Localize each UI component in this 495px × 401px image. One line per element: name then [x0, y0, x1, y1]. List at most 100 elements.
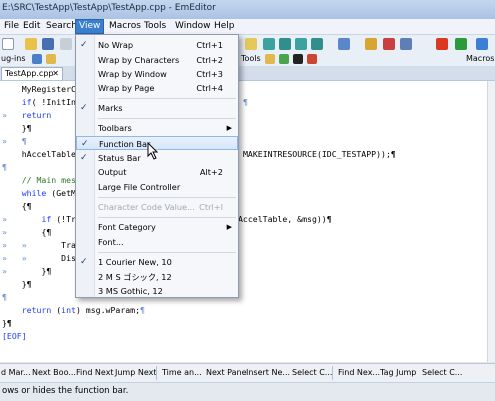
open-folder-icon[interactable] [25, 38, 37, 50]
fn-key-2[interactable]: Next Boo... [32, 367, 76, 379]
menu-separator [98, 98, 236, 99]
code-line: » ¶ [2, 136, 27, 146]
fn-key-7[interactable]: Insert Ne... [246, 367, 290, 379]
check-icon: ✓ [80, 40, 88, 50]
menu-item-character-code-value[interactable]: Character Code Value... Ctrl+I [76, 200, 238, 214]
check-icon: ✓ [81, 139, 89, 149]
fn-key-10[interactable]: Tag Jump [380, 367, 416, 379]
fn-key-11[interactable]: Select C... [422, 367, 462, 379]
code-editor[interactable]: MyRegisterC if( !InitIn ¶ » return }¶ » ¶… [0, 81, 487, 362]
menu-item-font-category[interactable]: Font Category ▶ [76, 220, 238, 234]
tab-label: TestApp.cpp [5, 69, 54, 78]
save-icon[interactable] [42, 38, 54, 50]
fn-key-1[interactable]: d Mar... [1, 367, 31, 379]
code-line: {¶ [21, 201, 32, 211]
view-toggle-icon[interactable] [263, 38, 275, 50]
menu-separator [98, 197, 236, 198]
plugins-label: ug-ins [1, 54, 26, 63]
menu-item-toolbars[interactable]: Toolbars ▶ [76, 121, 238, 135]
check-icon: ✓ [80, 103, 88, 113]
menu-item-marks[interactable]: ✓ Marks [76, 101, 238, 115]
submenu-arrow-icon: ▶ [226, 223, 232, 231]
submenu-arrow-icon: ▶ [226, 124, 232, 132]
close-icon[interactable]: ✕ [52, 68, 59, 80]
fn-key-5[interactable]: Time an... [162, 367, 202, 379]
highlight-icon[interactable] [383, 38, 395, 50]
window-title: E:\SRC\TestApp\TestApp\TestApp.cpp - EmE… [2, 3, 216, 13]
code-line: » }¶ [2, 266, 52, 276]
code-line: }¶ [2, 318, 12, 328]
menu-item-output[interactable]: Output Alt+2 [76, 165, 238, 179]
run-macro-icon[interactable] [455, 38, 467, 50]
menu-edit[interactable]: Edit [20, 20, 43, 33]
mouse-cursor-icon [147, 142, 159, 160]
fn-key-3[interactable]: Find Next [76, 367, 114, 379]
tab-testapp-cpp[interactable]: TestApp.cpp ✕ [1, 67, 63, 80]
eof-marker: [EOF] [2, 331, 27, 341]
menu-item-large-file-controller[interactable]: Large File Controller [76, 180, 238, 194]
status-text: ows or hides the function bar. [2, 386, 129, 396]
menu-file[interactable]: File [1, 20, 22, 33]
tools-icon[interactable] [365, 38, 377, 50]
menu-separator [98, 118, 236, 119]
fn-key-4[interactable]: Jump Next [115, 367, 156, 379]
title-bar: E:\SRC\TestApp\TestApp\TestApp.cpp - EmE… [0, 0, 495, 20]
code-line: }¶ [21, 279, 32, 289]
tool-icon-4[interactable] [307, 54, 317, 64]
print-icon[interactable] [60, 38, 72, 50]
macro-options-icon[interactable] [476, 38, 488, 50]
menu-item-no-wrap[interactable]: ✓ No Wrap Ctrl+1 [76, 38, 238, 52]
menu-separator [98, 217, 236, 218]
view-menu-dropdown: ✓ No Wrap Ctrl+1 Wrap by Characters Ctrl… [75, 34, 239, 298]
fn-key-9[interactable]: Find Nex... [338, 367, 380, 379]
code-line: MyRegisterC [21, 84, 76, 94]
menu-window[interactable]: Window [172, 20, 214, 33]
code-line: » if (!Tr AccelTable, &msg))¶ [2, 214, 332, 224]
tools-label: Tools [241, 54, 261, 63]
tool-icon-2[interactable] [279, 54, 289, 64]
outline-icon[interactable] [338, 38, 350, 50]
code-line: » » Tra [2, 240, 76, 250]
menu-bar: File Edit Search View Macros Tools Windo… [0, 19, 495, 35]
code-line: hAccelTable MAKEINTRESOURCE(IDC_TESTAPP))… [21, 149, 396, 159]
menu-item-wrap-by-characters[interactable]: Wrap by Characters Ctrl+2 [76, 53, 238, 67]
menu-separator [98, 252, 236, 253]
check-icon: ✓ [80, 257, 88, 267]
fn-group-separator [156, 366, 157, 380]
code-line: ¶ [2, 292, 7, 302]
view-split-icon[interactable] [279, 38, 291, 50]
fn-key-8[interactable]: Select C... [292, 367, 332, 379]
menu-item-wrap-by-window[interactable]: Wrap by Window Ctrl+3 [76, 67, 238, 81]
menu-item-recent-font-2[interactable]: 2 M S ゴシック, 12 [76, 270, 238, 284]
menu-item-font[interactable]: Font... [76, 235, 238, 249]
menu-item-recent-font-1[interactable]: ✓ 1 Courier New, 10 [76, 255, 238, 269]
code-line: » » Dis [2, 253, 76, 263]
view-rows-icon[interactable] [311, 38, 323, 50]
vertical-scrollbar[interactable] [487, 81, 495, 362]
fn-group-separator [332, 366, 333, 380]
fn-key-6[interactable]: Next Pane [206, 367, 247, 379]
code-line: while (GetM [21, 188, 76, 198]
record-macro-icon[interactable] [436, 38, 448, 50]
plugin-icon[interactable] [32, 54, 42, 64]
bookmark-icon[interactable] [245, 38, 257, 50]
new-file-icon[interactable] [2, 38, 14, 50]
plugin-icon-2[interactable] [46, 54, 56, 64]
code-line: // Main mes [21, 175, 76, 185]
tool-icon-1[interactable] [265, 54, 275, 64]
menu-item-recent-font-3[interactable]: 3 MS Gothic, 12 [76, 284, 238, 298]
menu-help[interactable]: Help [211, 20, 238, 33]
status-bar: ows or hides the function bar. [0, 382, 495, 401]
code-line: ¶ [2, 162, 7, 172]
menu-view[interactable]: View [75, 19, 105, 34]
view-columns-icon[interactable] [295, 38, 307, 50]
menu-tools[interactable]: Tools [141, 20, 169, 33]
menu-macros[interactable]: Macros [106, 20, 144, 33]
menu-item-wrap-by-page[interactable]: Wrap by Page Ctrl+4 [76, 81, 238, 95]
wizard-icon[interactable] [400, 38, 412, 50]
code-line: }¶ [21, 123, 32, 133]
command-prompt-icon[interactable] [293, 54, 303, 64]
function-bar: d Mar... Next Boo... Find Next Jump Next… [0, 363, 495, 382]
code-line: if( !InitIn ¶ [21, 97, 248, 107]
check-icon: ✓ [80, 153, 88, 163]
